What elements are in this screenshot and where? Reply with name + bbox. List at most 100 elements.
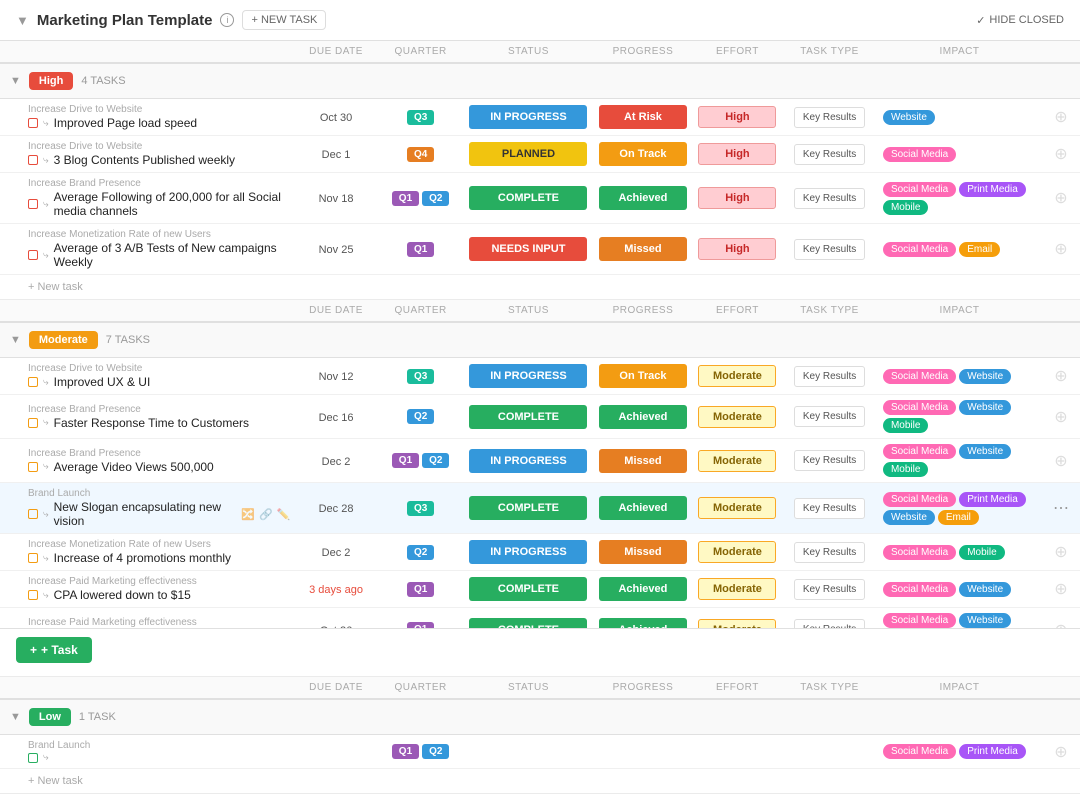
task-checkbox[interactable] [28, 250, 38, 260]
impact-tag: Social Media [883, 545, 956, 560]
add-icon[interactable]: ⊕ [1054, 241, 1067, 258]
impact-tag: Website [959, 444, 1011, 459]
task-row: Increase Paid Marketing effectiveness ⤷ … [0, 571, 1080, 608]
progress-badge: Achieved [599, 496, 687, 520]
group-header-low[interactable]: ▼ Low 1 TASK [0, 699, 1080, 735]
task-row: Increase Drive to Website ⤷ 3 Blog Conte… [0, 136, 1080, 173]
task-checkbox[interactable] [28, 509, 38, 519]
task-checkbox[interactable] [28, 118, 38, 128]
status-badge: IN PROGRESS [469, 105, 587, 129]
impact-tag: Social Media [883, 369, 956, 384]
add-icon[interactable]: ⊕ [1054, 146, 1067, 163]
add-icon[interactable]: ⊕ [1054, 744, 1067, 761]
priority-badge-moderate: Moderate [29, 331, 98, 349]
task-row: Brand Launch ⤷ New Slogan encapsulating … [0, 483, 1080, 534]
tasktype-badge: Key Results [794, 144, 865, 165]
quarter-tag[interactable]: Q1 [392, 453, 419, 468]
task-checkbox[interactable] [28, 553, 38, 563]
task-name[interactable]: Increase of 4 promotions monthly [54, 551, 231, 565]
quarter-tag[interactable]: Q1 [392, 191, 419, 206]
task-name[interactable]: Average Video Views 500,000 [54, 460, 214, 474]
quarter-tag[interactable]: Q1 [407, 242, 434, 257]
task-name[interactable]: Average of 3 A/B Tests of New campaigns … [54, 241, 291, 269]
add-icon[interactable]: ⊕ [1054, 368, 1067, 385]
group-header-high[interactable]: ▼ High 4 TASKS [0, 63, 1080, 99]
effort-badge: Moderate [698, 450, 776, 472]
collapse-icon-low[interactable]: ▼ [10, 711, 21, 723]
impact-tag: Mobile [883, 200, 928, 215]
hide-closed-btn[interactable]: ✓ HIDE CLOSED [976, 14, 1064, 27]
task-sub-icon: ⤷ [43, 250, 49, 261]
collapse-icon-high[interactable]: ▼ [10, 75, 21, 87]
add-icon[interactable]: ⊕ [1054, 409, 1067, 426]
task-name[interactable]: New Slogan encapsulating new vision [54, 500, 233, 528]
task-checkbox[interactable] [28, 590, 38, 600]
impact-tag: Social Media [883, 613, 956, 628]
status-badge: IN PROGRESS [469, 449, 587, 473]
task-checkbox[interactable] [28, 377, 38, 387]
task-row: Increase Monetization Rate of new Users … [0, 224, 1080, 275]
more-options-icon[interactable]: ⋯ [1053, 500, 1069, 517]
quarter-tag[interactable]: Q4 [407, 147, 434, 162]
add-icon[interactable]: ⊕ [1054, 190, 1067, 207]
quarter-tag[interactable]: Q2 [422, 744, 449, 759]
quarter-tag[interactable]: Q3 [407, 501, 434, 516]
quarter-tag[interactable]: Q2 [422, 191, 449, 206]
impact-tag: Mobile [883, 418, 928, 433]
due-date: Nov 12 [319, 371, 354, 383]
new-task-row-high[interactable]: + New task [0, 275, 1080, 300]
new-task-row-low[interactable]: + New task [0, 769, 1080, 794]
quarter-tag[interactable]: Q1 [407, 582, 434, 597]
effort-badge: Moderate [698, 365, 776, 387]
quarter-tag[interactable]: Q3 [407, 110, 434, 125]
status-badge: COMPLETE [469, 496, 587, 520]
task-checkbox[interactable] [28, 418, 38, 428]
collapse-icon-moderate[interactable]: ▼ [10, 334, 21, 346]
task-name[interactable]: Improved Page load speed [54, 116, 197, 130]
info-icon[interactable]: i [220, 13, 234, 27]
task-checkbox[interactable] [28, 753, 38, 763]
quarter-tag[interactable]: Q3 [407, 369, 434, 384]
add-icon[interactable]: ⊕ [1054, 109, 1067, 126]
due-date: Nov 25 [319, 244, 354, 256]
impact-tag: Print Media [959, 492, 1026, 507]
due-date: Dec 16 [319, 412, 354, 424]
effort-badge: Moderate [698, 406, 776, 428]
task-checkbox[interactable] [28, 155, 38, 165]
task-count-high: 4 TASKS [81, 75, 125, 87]
task-name[interactable]: CPA lowered down to $15 [54, 588, 191, 602]
collapse-header-icon[interactable]: ▼ [16, 13, 29, 28]
add-icon[interactable]: ⊕ [1054, 453, 1067, 470]
task-sub-icon: ⤷ [43, 752, 49, 763]
add-icon[interactable]: ⊕ [1054, 581, 1067, 598]
task-count-low: 1 TASK [79, 711, 116, 723]
task-row: Brand Launch ⤷ Q1Q2Social MediaPrint Med… [0, 735, 1080, 769]
tasktype-badge: Key Results [794, 366, 865, 387]
add-icon[interactable]: ⊕ [1054, 544, 1067, 561]
group-header-moderate[interactable]: ▼ Moderate 7 TASKS [0, 322, 1080, 358]
task-name[interactable]: Faster Response Time to Customers [54, 416, 249, 430]
task-checkbox[interactable] [28, 462, 38, 472]
task-name[interactable]: Average Following of 200,000 for all Soc… [54, 190, 291, 218]
progress-badge: Missed [599, 237, 687, 261]
quarter-tag[interactable]: Q2 [407, 545, 434, 560]
new-task-bottom-button[interactable]: + + Task [16, 637, 92, 663]
task-name[interactable]: 3 Blog Contents Published weekly [54, 153, 235, 167]
quarter-tag[interactable]: Q2 [422, 453, 449, 468]
task-sub-icon: ⤷ [43, 590, 49, 601]
quarter-tag[interactable]: Q2 [407, 409, 434, 424]
impact-tag: Email [938, 510, 979, 525]
effort-badge: Moderate [698, 578, 776, 600]
tasktype-badge: Key Results [794, 579, 865, 600]
task-parent-label: Increase Drive to Website [28, 104, 291, 115]
effort-badge: High [698, 187, 776, 209]
task-checkbox[interactable] [28, 199, 38, 209]
status-badge: IN PROGRESS [469, 540, 587, 564]
quarter-tag[interactable]: Q1 [392, 744, 419, 759]
task-name[interactable]: Improved UX & UI [54, 375, 151, 389]
impact-tag: Website [883, 510, 935, 525]
impact-tag: Social Media [883, 242, 956, 257]
new-task-button[interactable]: + NEW TASK [242, 10, 326, 30]
progress-badge: Achieved [599, 405, 687, 429]
task-sub-icon: ⤷ [43, 417, 49, 428]
